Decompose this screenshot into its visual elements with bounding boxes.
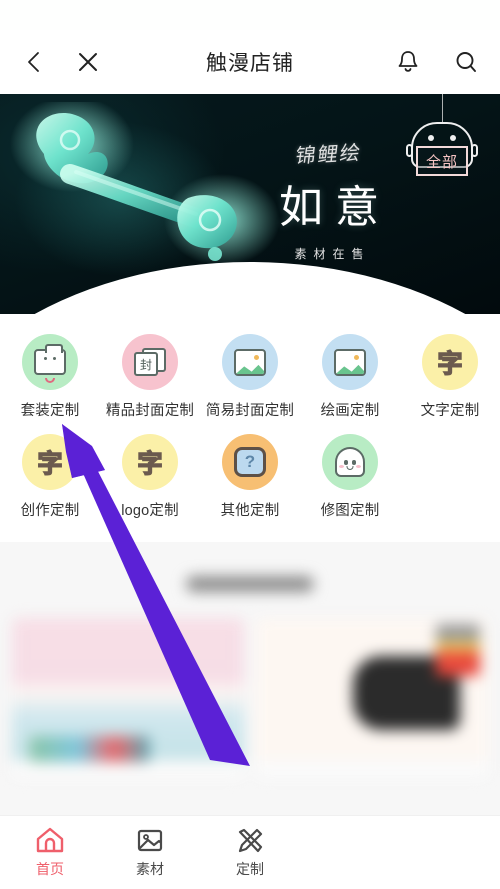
category-绘画定制[interactable]: 绘画定制	[300, 328, 400, 428]
tab-custom[interactable]: 定制	[200, 826, 300, 879]
bell-icon	[398, 51, 418, 72]
tab-materials[interactable]: 素材	[100, 826, 200, 879]
smile-face	[36, 357, 64, 383]
robot-ear-left	[406, 144, 413, 157]
folder-smile-icon	[34, 344, 66, 383]
tab-home[interactable]: 首页	[0, 826, 100, 879]
banner-script-text: 锦鲤绘	[294, 142, 364, 168]
robot-eye-left	[428, 135, 434, 141]
category-label: 其他定制	[220, 503, 280, 519]
app-header: 触漫店铺	[0, 30, 500, 94]
tab-label: 首页	[36, 861, 64, 877]
category-bubble	[322, 334, 378, 390]
category-文字定制[interactable]: 字 文字定制	[400, 328, 500, 428]
category-精品封面定制[interactable]: 封 精品封面定制	[100, 328, 200, 428]
question-icon: ?	[234, 447, 266, 477]
cover-glyph: 封	[134, 352, 158, 376]
category-label: 精品封面定制	[105, 403, 195, 419]
shop-banner[interactable]: 锦鲤绘 如意 素材在售 全部	[0, 94, 500, 314]
home-icon	[36, 827, 64, 853]
tab-label: 定制	[236, 861, 264, 877]
category-bubble: 字	[22, 434, 78, 490]
category-套装定制[interactable]: 套装定制	[0, 328, 100, 428]
category-其他定制[interactable]: ? 其他定制	[200, 428, 300, 528]
robot-eye-right	[450, 135, 456, 141]
all-categories-badge[interactable]: 全部	[406, 94, 478, 176]
category-bubble: 字	[122, 434, 178, 490]
close-icon	[79, 53, 97, 71]
category-创作定制[interactable]: 字 创作定制	[0, 428, 100, 528]
category-row-1: 套装定制 封 精品封面定制 简易封面定制 绘画定制 字 文字定制	[0, 328, 500, 428]
category-简易封面定制[interactable]: 简易封面定制	[200, 328, 300, 428]
banner-main-title: 如意	[279, 183, 391, 232]
hanger-string	[441, 94, 443, 122]
text-zi-icon: 字	[437, 349, 464, 379]
close-button[interactable]	[72, 46, 104, 78]
tab-label: 素材	[136, 861, 164, 877]
category-修图定制[interactable]: 修图定制	[300, 428, 400, 528]
image-icon	[137, 829, 163, 852]
category-empty-slot	[400, 428, 500, 528]
category-label: 文字定制	[420, 403, 480, 419]
card-footer	[12, 760, 244, 778]
search-icon	[456, 52, 476, 72]
text-zi-icon: 字	[37, 449, 64, 479]
category-label: 简易封面定制	[205, 403, 295, 419]
category-row-2: 字 创作定制 字 logo定制 ? 其他定制 修图定制	[0, 428, 500, 528]
image-icon	[234, 348, 266, 376]
content-card[interactable]	[256, 618, 488, 778]
category-bubble: 字	[422, 334, 478, 390]
category-label: 创作定制	[20, 503, 80, 519]
category-label: logo定制	[121, 503, 179, 519]
status-bar	[0, 0, 500, 30]
recommendation-section	[0, 542, 500, 818]
category-label: 套装定制	[20, 403, 80, 419]
robot-ear-right	[471, 144, 478, 157]
category-bubble	[22, 334, 78, 390]
app-screen: 触漫店铺 锦鲤绘 如意 素材在售 全部 套装定制 封 精品封面定制 简易封面定制…	[0, 0, 500, 889]
robot-icon: 全部	[406, 122, 478, 176]
bottom-tab-bar: 首页 素材 定制	[0, 815, 500, 889]
category-grid: 套装定制 封 精品封面定制 简易封面定制 绘画定制 字 文字定制 字 创作定制 …	[0, 314, 500, 542]
category-label: 修图定制	[320, 503, 380, 519]
content-card[interactable]	[12, 618, 244, 778]
cover-cards-icon: 封	[134, 348, 166, 376]
category-bubble	[222, 334, 278, 390]
search-button[interactable]	[450, 46, 482, 78]
pencil-ruler-icon	[238, 828, 263, 853]
category-label: 绘画定制	[320, 403, 380, 419]
banner-subtitle: 素材在售	[294, 247, 371, 261]
image-icon	[334, 348, 366, 376]
card-list	[0, 592, 500, 778]
card-footer	[256, 760, 488, 778]
chevron-left-icon	[28, 52, 39, 72]
blurred-content	[0, 576, 500, 778]
category-bubble: 封	[122, 334, 178, 390]
text-zi-icon: 字	[137, 449, 164, 479]
banner-text-block: 锦鲤绘 如意 素材在售	[254, 138, 404, 262]
ghost-icon	[335, 447, 365, 477]
back-button[interactable]	[18, 46, 50, 78]
category-bubble: ?	[222, 434, 278, 490]
all-categories-label: 全部	[416, 146, 468, 176]
notifications-button[interactable]	[392, 46, 424, 78]
category-logo定制[interactable]: 字 logo定制	[100, 428, 200, 528]
section-title-placeholder	[186, 576, 314, 592]
category-bubble	[322, 434, 378, 490]
